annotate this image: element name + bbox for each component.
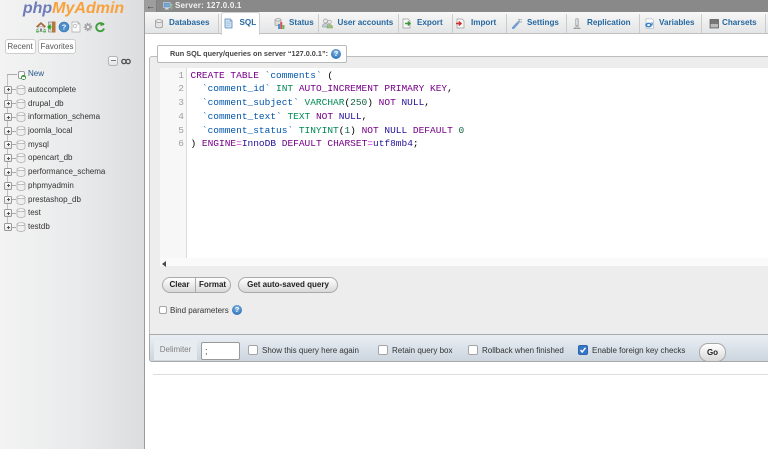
svg-text:?: ? [62, 23, 67, 32]
